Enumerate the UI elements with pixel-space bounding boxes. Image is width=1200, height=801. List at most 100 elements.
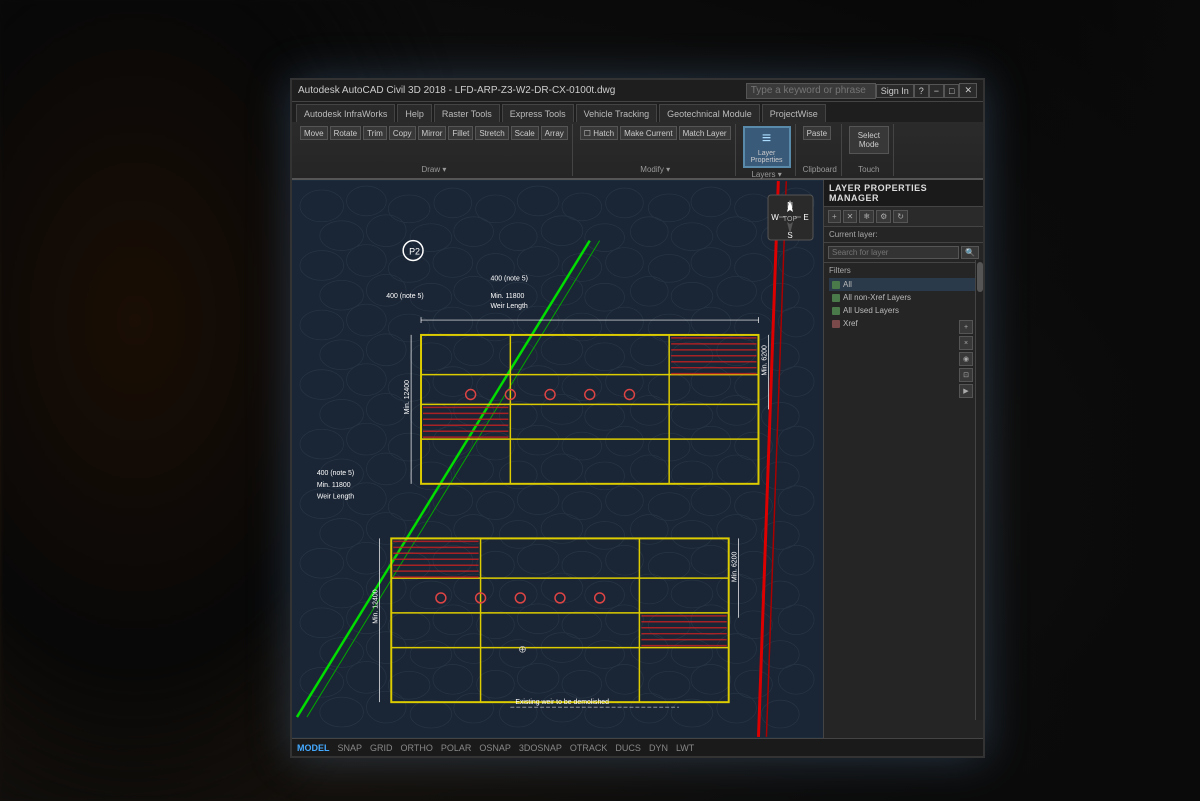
clipboard-tools: Paste	[803, 126, 837, 140]
svg-text:400 (note 5): 400 (note 5)	[317, 470, 354, 477]
app-title: Autodesk AutoCAD Civil 3D 2018 - LFD-ARP…	[298, 85, 746, 96]
filter-all[interactable]: All	[829, 278, 978, 291]
monitor-screen: Autodesk AutoCAD Civil 3D 2018 - LFD-ARP…	[290, 78, 985, 758]
layers-label: Layers ▾	[743, 168, 791, 179]
ortho-indicator[interactable]: ORTHO	[401, 743, 433, 753]
ribbon-group-modify: ☐ Hatch Make Current Match Layer Modify …	[576, 124, 736, 176]
modify-tools: ☐ Hatch Make Current Match Layer	[580, 126, 731, 140]
mirror-button[interactable]: Mirror	[418, 126, 447, 140]
current-layer-label: Current layer:	[829, 230, 877, 239]
filter-used-icon	[832, 307, 840, 315]
layer-search-button[interactable]: 🔍	[961, 246, 979, 259]
copy-button[interactable]: Copy	[389, 126, 416, 140]
compass-rose: N S W E TOP	[763, 190, 813, 240]
ribbon-content: Move Rotate Trim Copy Mirror Fillet Stre…	[292, 122, 983, 178]
svg-text:Min. 6200: Min. 6200	[761, 345, 768, 376]
stretch-button[interactable]: Stretch	[475, 126, 508, 140]
cad-drawing[interactable]: P2 400 (note 5) 400 (note 5) Min. 11800 …	[292, 180, 823, 738]
filter-all-label: All	[843, 280, 852, 289]
scrollbar-thumb[interactable]	[977, 262, 983, 292]
svg-text:Existing weir to be demolished: Existing weir to be demolished	[515, 699, 609, 706]
svg-text:Weir Length: Weir Length	[491, 303, 528, 310]
tab-vehicle[interactable]: Vehicle Tracking	[576, 104, 658, 122]
freeze-layer-btn[interactable]: ❄	[859, 210, 874, 223]
new-layer-btn[interactable]: +	[828, 210, 841, 223]
svg-text:P2: P2	[409, 247, 420, 257]
tab-raster[interactable]: Raster Tools	[434, 104, 500, 122]
sign-in-button[interactable]: Sign In	[876, 84, 914, 98]
draw-label: Draw ▾	[300, 163, 568, 174]
ribbon-group-touch: Select Mode Touch	[845, 124, 894, 176]
tool-4[interactable]: ⊡	[959, 368, 973, 382]
tool-5[interactable]: ▶	[959, 384, 973, 398]
close-button[interactable]: ✕	[959, 83, 977, 98]
tab-projectwise[interactable]: ProjectWise	[762, 104, 826, 122]
ribbon-group-draw: Move Rotate Trim Copy Mirror Fillet Stre…	[296, 124, 573, 176]
layer-properties-panel: LAYER PROPERTIES MANAGER + ✕ ❄ ⚙ ↻ Curre…	[823, 180, 983, 738]
layer-settings-btn[interactable]: ⚙	[876, 210, 891, 223]
draw-tools: Move Rotate Trim Copy Mirror Fillet Stre…	[300, 126, 568, 140]
model-indicator: MODEL	[297, 743, 330, 753]
help-button[interactable]: ?	[914, 84, 929, 98]
right-background	[950, 0, 1200, 801]
otrack-indicator[interactable]: OTRACK	[570, 743, 608, 753]
make-current-button[interactable]: Make Current	[620, 126, 676, 140]
filter-xref[interactable]: Xref	[829, 317, 978, 330]
tool-2[interactable]: ×	[959, 336, 973, 350]
maximize-button[interactable]: □	[944, 84, 959, 98]
trim-button[interactable]: Trim	[363, 126, 387, 140]
svg-text:Min. 11800: Min. 11800	[317, 482, 351, 489]
layer-search-input[interactable]	[828, 246, 959, 259]
scale-button[interactable]: Scale	[511, 126, 539, 140]
drawing-area[interactable]: − □ ✕	[292, 180, 983, 738]
layer-search-row: 🔍	[824, 243, 983, 263]
osnap-indicator[interactable]: OSNAP	[479, 743, 511, 753]
polar-indicator[interactable]: POLAR	[441, 743, 472, 753]
refresh-btn[interactable]: ↻	[893, 210, 908, 223]
svg-text:Min. 11800: Min. 11800	[491, 293, 525, 300]
snap-indicator[interactable]: SNAP	[338, 743, 363, 753]
dyn-indicator[interactable]: DYN	[649, 743, 668, 753]
tool-3[interactable]: ◉	[959, 352, 973, 366]
touch-label: Touch	[849, 163, 889, 174]
tool-1[interactable]: +	[959, 320, 973, 334]
filter-used-label: All Used Layers	[843, 306, 899, 315]
svg-text:W: W	[771, 213, 779, 222]
svg-text:400 (note 5): 400 (note 5)	[491, 275, 528, 282]
current-layer-row: Current layer:	[824, 227, 983, 243]
svg-text:Min. 12400: Min. 12400	[372, 589, 379, 623]
hatch-button[interactable]: ☐ Hatch	[580, 126, 618, 140]
3dosnap-indicator[interactable]: 3DOSNAP	[519, 743, 562, 753]
match-layer-button[interactable]: Match Layer	[679, 126, 731, 140]
ducs-indicator[interactable]: DUCS	[615, 743, 641, 753]
filter-xref-icon	[832, 320, 840, 328]
layer-side-tools: + × ◉ ⊡ ▶	[959, 320, 973, 398]
svg-text:Weir Length: Weir Length	[317, 494, 354, 501]
filter-non-xref[interactable]: All non-Xref Layers	[829, 291, 978, 304]
filters-title: Filters	[829, 266, 978, 275]
minimize-button[interactable]: −	[929, 84, 944, 98]
filter-xref-label: Xref	[843, 319, 858, 328]
clipboard-label: Clipboard	[803, 163, 837, 174]
delete-layer-btn[interactable]: ✕	[843, 210, 858, 223]
grid-indicator[interactable]: GRID	[370, 743, 393, 753]
ribbon: Autodesk InfraWorks Help Raster Tools Ex…	[292, 102, 983, 180]
array-button[interactable]: Array	[541, 126, 568, 140]
tab-geo[interactable]: Geotechnical Module	[659, 104, 760, 122]
filter-non-xref-icon	[832, 294, 840, 302]
tab-express[interactable]: Express Tools	[502, 104, 574, 122]
tab-help[interactable]: Help	[397, 104, 432, 122]
keyword-search[interactable]	[746, 83, 876, 99]
layer-properties-button[interactable]: ≡ LayerProperties	[743, 126, 791, 168]
move-button[interactable]: Move	[300, 126, 328, 140]
paste-button[interactable]: Paste	[803, 126, 831, 140]
rotate-button[interactable]: Rotate	[330, 126, 362, 140]
svg-text:Min. 12400: Min. 12400	[404, 380, 411, 414]
fillet-button[interactable]: Fillet	[448, 126, 473, 140]
filter-used[interactable]: All Used Layers	[829, 304, 978, 317]
svg-text:400 (note 5): 400 (note 5)	[386, 293, 423, 300]
tab-infraworks[interactable]: Autodesk InfraWorks	[296, 104, 395, 122]
layer-scrollbar[interactable]	[975, 260, 983, 720]
lwt-indicator[interactable]: LWT	[676, 743, 694, 753]
select-mode-button[interactable]: Select Mode	[849, 126, 889, 154]
